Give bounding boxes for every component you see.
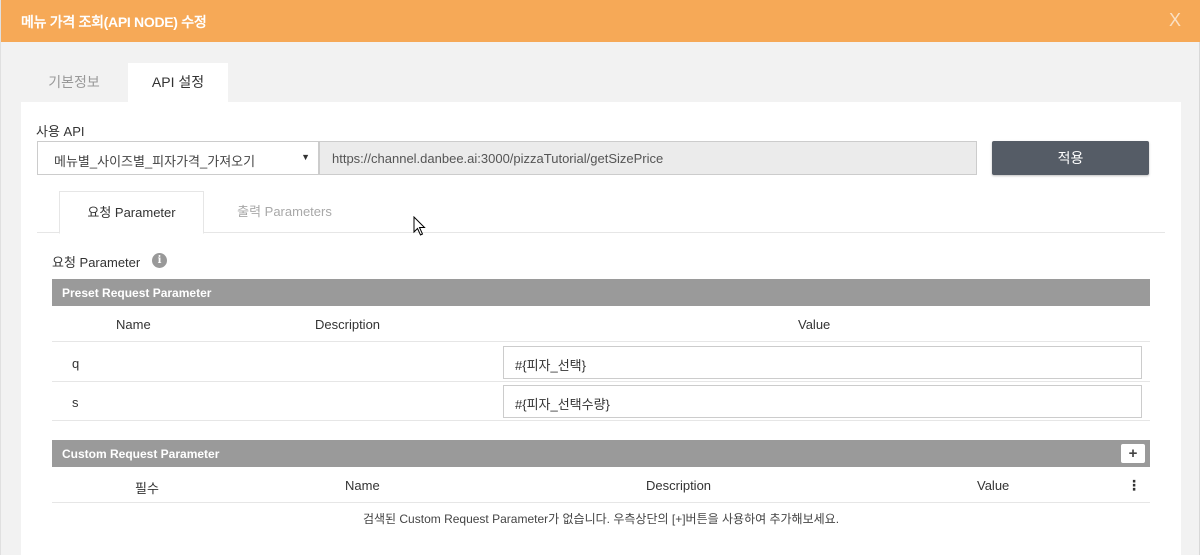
modal-title: 메뉴 가격 조회(API NODE) 수정	[21, 14, 207, 30]
api-select-label: 사용 API	[36, 124, 85, 139]
param-value: #{피자_선택}	[515, 358, 586, 373]
api-settings-panel: 사용 API 메뉴별_사이즈별_피자가격_가져오기 ▼ https://chan…	[21, 102, 1181, 555]
custom-table-header: 필수 Name Description Value ⋮	[52, 467, 1150, 503]
param-value-input[interactable]: #{피자_선택수량}	[503, 385, 1142, 418]
empty-message: 검색된 Custom Request Parameter가 없습니다. 우측상단…	[362, 512, 840, 526]
table-row: q #{피자_선택}	[52, 343, 1150, 382]
param-name: s	[72, 395, 79, 410]
caret-down-icon: ▼	[301, 152, 310, 162]
close-icon[interactable]: X	[1169, 10, 1181, 31]
modal-header: 메뉴 가격 조회(API NODE) 수정 X	[1, 0, 1200, 42]
tab-output-parameters[interactable]: 출력 Parameters	[212, 191, 357, 233]
table-row: s #{피자_선택수량}	[52, 382, 1150, 421]
column-required: 필수	[135, 481, 159, 496]
column-description: Description	[646, 478, 712, 493]
tab-basic-info[interactable]: 기본정보	[21, 63, 127, 102]
column-name: Name	[345, 478, 380, 493]
request-parameter-title: 요청 Parameter	[52, 255, 141, 270]
api-select-value: 메뉴별_사이즈별_피자가격_가져오기	[54, 154, 256, 169]
column-value: Value	[977, 478, 1010, 493]
column-name: Name	[116, 317, 151, 332]
param-value-input[interactable]: #{피자_선택}	[503, 346, 1142, 379]
preset-table-header: Name Description Value	[52, 306, 1150, 342]
preset-parameter-header-label: Preset Request Parameter	[62, 286, 212, 300]
column-description: Description	[315, 317, 381, 332]
param-value: #{피자_선택수량}	[515, 397, 610, 412]
info-icon[interactable]: i	[152, 253, 167, 268]
edit-api-node-modal: 메뉴 가격 조회(API NODE) 수정 X 기본정보 API 설정 사용 A…	[0, 0, 1200, 555]
api-url-value: https://channel.danbee.ai:3000/pizzaTuto…	[332, 151, 664, 166]
apply-button[interactable]: 적용	[992, 141, 1149, 175]
api-url-field: https://channel.danbee.ai:3000/pizzaTuto…	[319, 141, 977, 175]
column-value: Value	[798, 317, 831, 332]
empty-row: 검색된 Custom Request Parameter가 없습니다. 우측상단…	[52, 503, 1150, 542]
tab-request-parameter[interactable]: 요청 Parameter	[59, 191, 204, 234]
add-parameter-button[interactable]: +	[1121, 444, 1145, 463]
parameter-tabs: 요청 Parameter 출력 Parameters	[37, 191, 1165, 234]
api-select[interactable]: 메뉴별_사이즈별_피자가격_가져오기 ▼	[37, 141, 319, 175]
custom-parameter-header-label: Custom Request Parameter	[62, 447, 220, 461]
preset-parameter-header: Preset Request Parameter	[52, 279, 1150, 306]
tab-api-settings[interactable]: API 설정	[128, 63, 228, 102]
mouse-cursor-icon	[413, 216, 426, 236]
more-options-icon[interactable]: ⋮	[1127, 477, 1141, 494]
param-name: q	[72, 356, 80, 371]
custom-parameter-header: Custom Request Parameter +	[52, 440, 1150, 467]
